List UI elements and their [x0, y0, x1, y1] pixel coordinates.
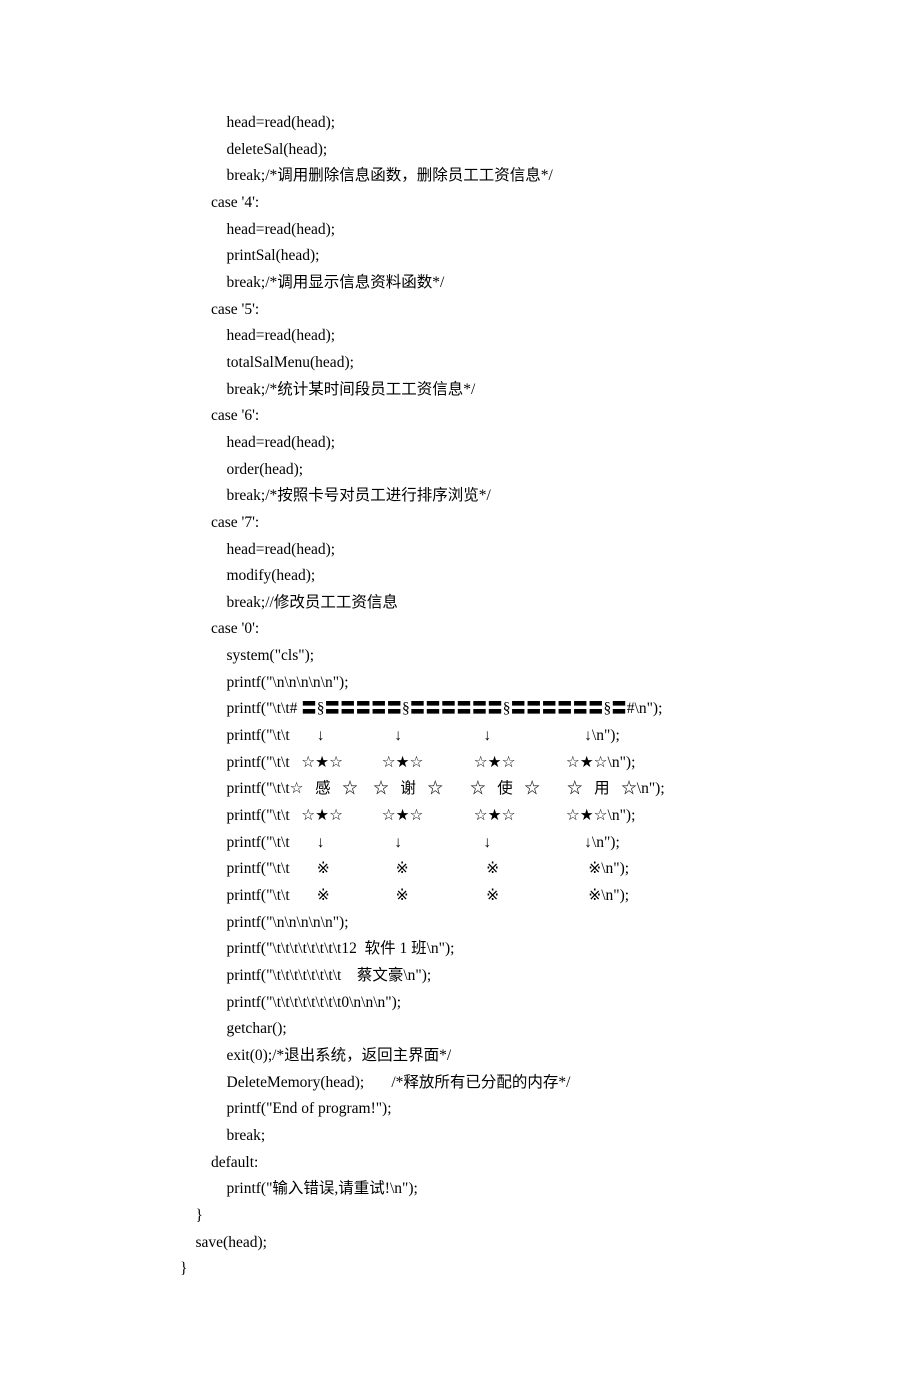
code-line: getchar(); — [180, 1016, 820, 1043]
code-line: printSal(head); — [180, 243, 820, 270]
code-line: break;/*调用显示信息资料函数*/ — [180, 270, 820, 297]
code-line: case '7': — [180, 510, 820, 537]
code-line: break;/*调用删除信息函数，删除员工工资信息*/ — [180, 163, 820, 190]
code-line: deleteSal(head); — [180, 137, 820, 164]
code-line: } — [180, 1203, 820, 1230]
code-line: break;//修改员工工资信息 — [180, 590, 820, 617]
code-line: head=read(head); — [180, 323, 820, 350]
code-line: printf("\t\t ☆★☆ ☆★☆ ☆★☆ ☆★☆\n"); — [180, 750, 820, 777]
code-line: break;/*统计某时间段员工工资信息*/ — [180, 377, 820, 404]
code-line: printf("\t\t☆ 感 ☆ ☆ 谢 ☆ ☆ 使 ☆ ☆ 用 ☆\n"); — [180, 776, 820, 803]
code-line: case '4': — [180, 190, 820, 217]
code-line: case '6': — [180, 403, 820, 430]
code-line: printf("\n\n\n\n\n"); — [180, 910, 820, 937]
code-line: case '5': — [180, 297, 820, 324]
code-line: printf("\t\t ☆★☆ ☆★☆ ☆★☆ ☆★☆\n"); — [180, 803, 820, 830]
code-line: printf("End of program!"); — [180, 1096, 820, 1123]
code-line: case '0': — [180, 616, 820, 643]
code-line: printf("\t\t# 〓§〓〓〓〓〓§〓〓〓〓〓〓§〓〓〓〓〓〓§〓#\n… — [180, 696, 820, 723]
code-line: default: — [180, 1150, 820, 1177]
code-line: head=read(head); — [180, 537, 820, 564]
code-line: printf("\t\t ↓ ↓ ↓ ↓\n"); — [180, 830, 820, 857]
code-line: } — [180, 1256, 820, 1283]
code-line: printf("\t\t ↓ ↓ ↓ ↓\n"); — [180, 723, 820, 750]
code-line: system("cls"); — [180, 643, 820, 670]
code-line: printf("\t\t\t\t\t\t\t\t12 软件 1 班\n"); — [180, 936, 820, 963]
code-line: totalSalMenu(head); — [180, 350, 820, 377]
code-line: printf("\t\t\t\t\t\t\t\t 蔡文豪\n"); — [180, 963, 820, 990]
code-line: head=read(head); — [180, 430, 820, 457]
code-line: order(head); — [180, 457, 820, 484]
document-page: head=read(head); deleteSal(head); break;… — [0, 0, 920, 1383]
code-line: save(head); — [180, 1230, 820, 1257]
code-line: printf("\t\t ※ ※ ※ ※\n"); — [180, 856, 820, 883]
code-line: DeleteMemory(head); /*释放所有已分配的内存*/ — [180, 1070, 820, 1097]
code-line: printf("\t\t ※ ※ ※ ※\n"); — [180, 883, 820, 910]
code-line: printf("\t\t\t\t\t\t\t\t0\n\n\n"); — [180, 990, 820, 1017]
code-block: head=read(head); deleteSal(head); break;… — [180, 110, 820, 1283]
code-line: break; — [180, 1123, 820, 1150]
code-line: head=read(head); — [180, 110, 820, 137]
code-line: break;/*按照卡号对员工进行排序浏览*/ — [180, 483, 820, 510]
code-line: printf("输入错误,请重试!\n"); — [180, 1176, 820, 1203]
code-line: head=read(head); — [180, 217, 820, 244]
code-line: printf("\n\n\n\n\n"); — [180, 670, 820, 697]
code-line: modify(head); — [180, 563, 820, 590]
code-line: exit(0);/*退出系统，返回主界面*/ — [180, 1043, 820, 1070]
